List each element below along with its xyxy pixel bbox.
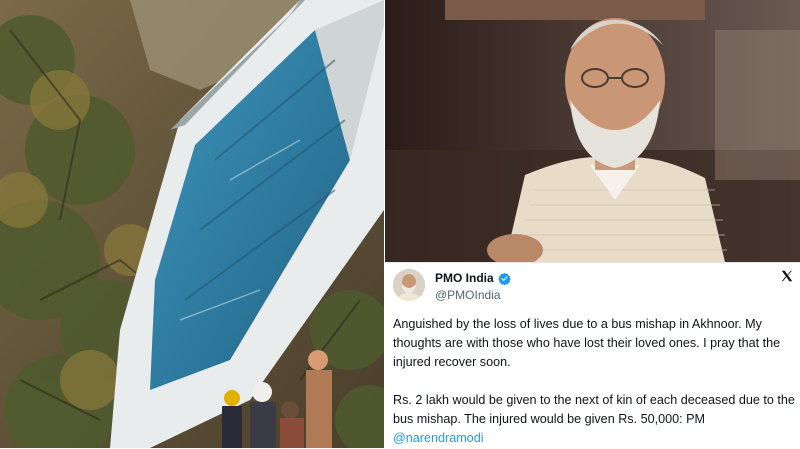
author-display-name[interactable]: PMO India bbox=[435, 271, 494, 285]
author-handle[interactable]: @PMOIndia bbox=[435, 288, 501, 302]
author-name-row: PMO India bbox=[435, 271, 511, 285]
portrait-illustration bbox=[385, 0, 800, 262]
x-logo-icon[interactable] bbox=[780, 269, 794, 283]
mention-link[interactable]: @narendramodi bbox=[393, 431, 484, 445]
tweet-card: PMO India @PMOIndia Anguished by the los… bbox=[385, 262, 800, 449]
tweet-text: Anguished by the loss of lives due to a … bbox=[393, 315, 797, 449]
bus-accident-photo bbox=[0, 0, 384, 448]
tweet-paragraph: Rs. 2 lakh would be given to the next of… bbox=[393, 391, 797, 448]
verified-badge-icon bbox=[497, 272, 511, 285]
tweet-paragraph-text: Rs. 2 lakh would be given to the next of… bbox=[393, 393, 795, 426]
portrait-photo bbox=[385, 0, 800, 262]
avatar[interactable] bbox=[393, 269, 425, 301]
bus-accident-illustration bbox=[0, 0, 384, 448]
tweet-paragraph: Anguished by the loss of lives due to a … bbox=[393, 317, 781, 369]
avatar-image bbox=[393, 269, 425, 301]
